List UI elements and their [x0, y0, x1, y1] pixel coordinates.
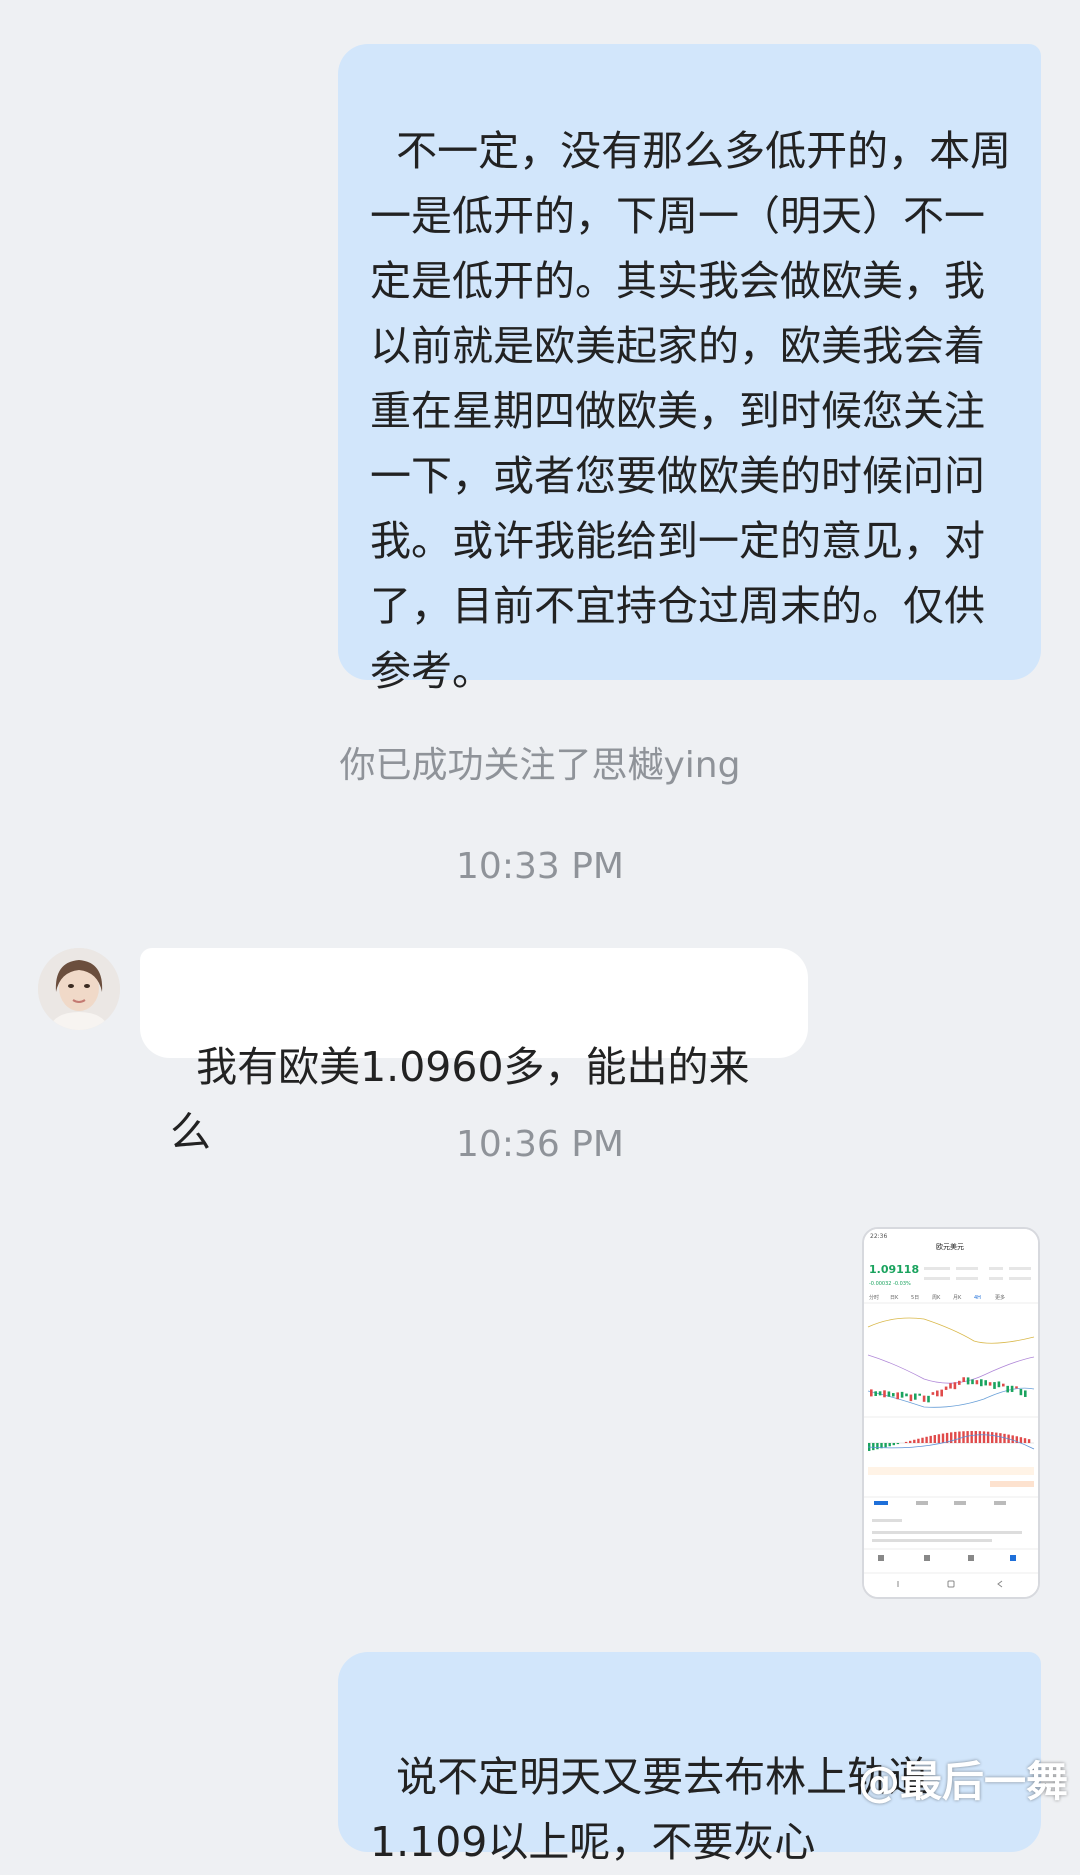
trading-app-screenshot: 22:36 欧元美元 1.09118 -0.00032 -0.03% 分时 日K 5…	[864, 1229, 1038, 1597]
candle	[997, 1381, 1001, 1388]
candle	[966, 1377, 970, 1385]
message-bubble-incoming[interactable]: 我有欧美1.0960多，能出的来么	[140, 948, 808, 1156]
chart-tab: 月K	[953, 1295, 962, 1301]
candle	[988, 1382, 992, 1386]
candle	[878, 1391, 882, 1396]
candle	[905, 1393, 908, 1397]
message-text: 说不定明天又要去布林上轨道 1.109以上呢，不要灰心	[370, 1753, 930, 1866]
candle	[936, 1390, 939, 1397]
price-change: -0.00032 -0.03%	[869, 1281, 911, 1287]
candle	[887, 1391, 891, 1397]
message-bubble-outgoing[interactable]: 不一定，没有那么多低开的，本周一是低开的，下周一（明天）不一定是低开的。其实我会…	[338, 44, 1041, 695]
macd-bar	[1027, 1439, 1031, 1443]
image-message-thumbnail[interactable]: 22:36 欧元美元 1.09118 -0.00032 -0.03% 分时 日K 5…	[862, 1227, 1040, 1599]
candle	[953, 1382, 957, 1390]
status-time: 22:36	[870, 1233, 887, 1240]
macd-bar	[876, 1443, 879, 1450]
candle	[993, 1382, 996, 1389]
macd-bar	[974, 1431, 977, 1443]
macd-bar	[892, 1443, 895, 1446]
candle	[962, 1377, 965, 1382]
macd-bar	[966, 1431, 969, 1443]
candle	[909, 1394, 913, 1402]
system-notice: 你已成功关注了思樾ying	[339, 745, 741, 786]
macd-bar	[913, 1439, 916, 1443]
candle	[1006, 1385, 1009, 1393]
candle	[918, 1393, 921, 1396]
chart-tab: 4H	[974, 1295, 981, 1301]
candle	[1024, 1390, 1027, 1397]
macd-bar	[884, 1443, 887, 1448]
timestamp: 10:33 PM	[456, 846, 624, 887]
macd-bar	[896, 1443, 900, 1445]
candle	[1010, 1385, 1014, 1392]
macd-bar	[909, 1440, 912, 1443]
chart-tab: 周K	[932, 1295, 941, 1301]
chart-tab: 分时	[869, 1294, 879, 1301]
candle	[922, 1395, 926, 1402]
price: 1.09118	[869, 1263, 919, 1276]
chart-title: 欧元美元	[936, 1242, 964, 1251]
macd-bar	[872, 1443, 875, 1451]
macd-bar	[982, 1431, 986, 1443]
candle	[984, 1380, 987, 1386]
candle	[949, 1383, 952, 1389]
macd-bar	[937, 1434, 941, 1443]
candle	[883, 1390, 886, 1398]
macd-bar	[1019, 1437, 1023, 1443]
message-text: 不一定，没有那么多低开的，本周一是低开的，下周一（明天）不一定是低开的。其实我会…	[370, 127, 1012, 695]
macd-bar	[904, 1441, 908, 1443]
watermark: @最后一舞	[857, 1757, 1068, 1806]
macd-bar	[888, 1443, 891, 1447]
candle	[896, 1392, 899, 1400]
macd-bar	[991, 1432, 994, 1443]
candle	[1002, 1383, 1005, 1387]
candle	[931, 1392, 935, 1395]
candle	[971, 1379, 974, 1385]
macd-bar	[995, 1432, 998, 1443]
macd-bar	[921, 1437, 924, 1443]
avatar-photo	[38, 948, 120, 1030]
macd-bar	[958, 1431, 961, 1443]
macd-bar	[1011, 1435, 1014, 1443]
candle	[958, 1380, 961, 1385]
candle	[980, 1379, 983, 1387]
macd-bar	[925, 1436, 928, 1443]
candle	[940, 1389, 943, 1397]
candle	[944, 1386, 948, 1390]
macd-bar	[933, 1435, 936, 1443]
candle	[1015, 1386, 1018, 1389]
macd-bar	[929, 1435, 932, 1443]
candle	[892, 1393, 895, 1397]
macd-bar	[954, 1431, 957, 1443]
avatar[interactable]	[38, 948, 120, 1030]
candle	[975, 1380, 979, 1385]
macd-bar	[970, 1431, 973, 1443]
candle	[1019, 1388, 1023, 1396]
timestamp: 10:36 PM	[456, 1124, 624, 1165]
macd-bar	[986, 1431, 990, 1443]
macd-bar	[1023, 1438, 1027, 1443]
macd-bar	[999, 1433, 1002, 1443]
chart-tab: 日K	[890, 1295, 899, 1301]
macd-bar	[1003, 1433, 1006, 1443]
candle	[874, 1391, 877, 1396]
chart-tab: 更多	[995, 1294, 1005, 1301]
candle	[900, 1391, 904, 1398]
macd-bar	[941, 1433, 945, 1443]
chart-tab: 5日	[911, 1295, 919, 1301]
candle	[870, 1389, 873, 1397]
candle	[914, 1393, 917, 1400]
macd-bar	[917, 1438, 920, 1443]
candle	[927, 1395, 930, 1403]
macd-bar	[978, 1431, 982, 1443]
